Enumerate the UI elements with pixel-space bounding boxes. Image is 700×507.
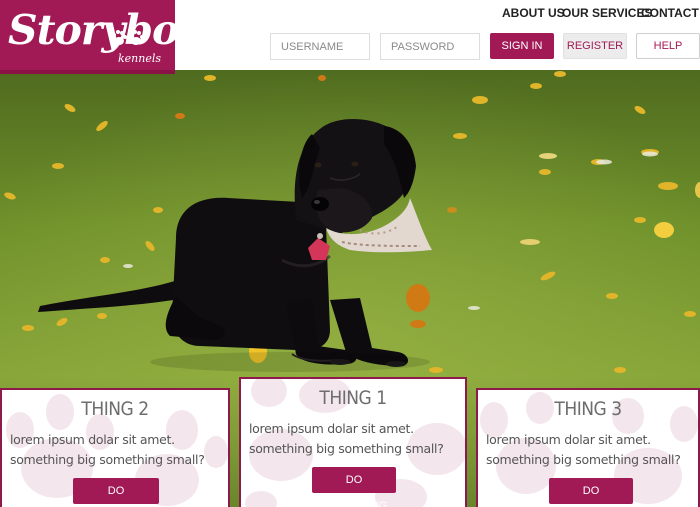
card-title: THING 2 (81, 398, 149, 420)
nav-link-our-services[interactable]: OUR SERVICES (562, 6, 652, 20)
card-title: THING 1 (319, 387, 387, 409)
feature-card-thing-3: THING 3 lorem ipsum dolar sit amet. some… (476, 388, 700, 507)
nav-link-contact-us[interactable]: CONTACT US (641, 6, 700, 20)
sign-in-button[interactable]: SIGN IN (490, 33, 554, 59)
register-button[interactable]: REGISTER (563, 33, 627, 59)
feature-card-thing-1: THING 1 lorem ipsum dolar sit amet. some… (239, 377, 467, 507)
card-description: lorem ipsum dolar sit amet. something bi… (486, 432, 681, 467)
brand-subtitle: kennels (118, 52, 162, 65)
help-button[interactable]: HELP (636, 33, 700, 59)
do-something-button[interactable]: DO SOMETHING (549, 478, 633, 504)
feature-card-thing-2: THING 2 lorem ipsum dolar sit amet. some… (0, 388, 230, 507)
card-title: THING 3 (554, 398, 622, 420)
site-header: Storybook kennels ABOUT US OUR SERVICES … (0, 0, 700, 74)
brand-logo[interactable]: Storybook kennels (0, 0, 233, 74)
password-input[interactable] (380, 33, 480, 60)
do-something-button[interactable]: DO SOMETHING (312, 467, 396, 507)
paw-print-icon (112, 30, 144, 45)
nav-link-about-us[interactable]: ABOUT US (502, 6, 565, 20)
username-input[interactable] (270, 33, 370, 60)
card-description: lorem ipsum dolar sit amet. something bi… (249, 421, 444, 456)
card-description: lorem ipsum dolar sit amet. something bi… (10, 432, 205, 467)
do-something-button[interactable]: DO SOMETHING (73, 478, 159, 504)
